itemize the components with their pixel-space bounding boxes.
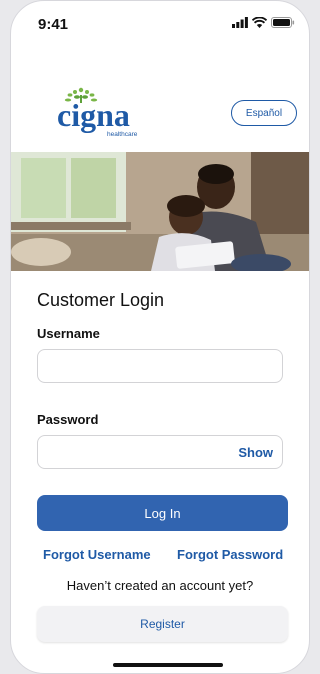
wifi-icon <box>252 17 267 28</box>
forgot-username-link[interactable]: Forgot Username <box>43 547 151 562</box>
logo-tagline: healthcare <box>107 131 138 138</box>
register-button[interactable]: Register <box>37 606 288 642</box>
language-toggle-button[interactable]: Español <box>231 100 297 126</box>
status-time: 9:41 <box>38 16 69 33</box>
cigna-logo: cigna healthcare <box>55 87 145 139</box>
username-label: Username <box>37 326 100 341</box>
signal-icon <box>232 17 248 28</box>
status-bar: 9:41 <box>11 1 309 45</box>
phone-frame: 9:41 cigna healthcare Español Customer L… <box>10 0 310 674</box>
login-button[interactable]: Log In <box>37 495 288 531</box>
password-label: Password <box>37 412 99 427</box>
battery-icon <box>271 17 295 28</box>
page-title: Customer Login <box>37 290 165 310</box>
show-password-button[interactable]: Show <box>238 445 273 460</box>
forgot-password-link[interactable]: Forgot Password <box>177 547 283 562</box>
home-indicator[interactable] <box>113 663 223 667</box>
username-input[interactable] <box>37 349 283 383</box>
no-account-text: Haven’t created an account yet? <box>66 578 254 593</box>
hero-photo <box>11 152 309 271</box>
status-icons <box>232 17 295 28</box>
logo-wordmark: cigna <box>57 97 130 133</box>
